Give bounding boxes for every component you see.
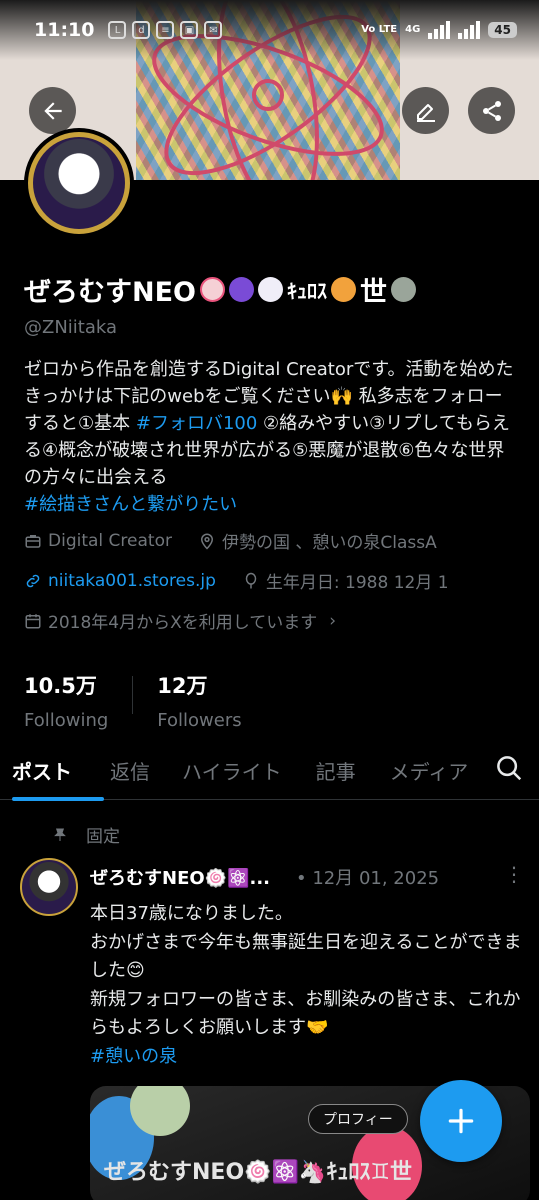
calendar-icon [25,613,41,628]
share-button[interactable] [468,87,515,134]
profile-avatar[interactable] [24,128,154,240]
signal-type: 4G [405,24,421,35]
plus-icon [448,1108,474,1134]
arrow-left-icon [43,101,62,120]
meta-row-3[interactable]: 2018年4月からXを利用しています › [24,608,524,633]
post-header: ぜろむすNEO🍥⚛️... • 12月 01, 2025 [90,864,520,890]
display-name: ぜろむすNEO ｷｭﾛｽ 世 [24,270,524,309]
signal-bars-icon [428,21,451,39]
back-button[interactable] [29,87,76,134]
network-label: Vo LTE [361,24,398,35]
tab-articles[interactable]: 記事 [316,738,356,800]
search-icon [497,756,522,781]
briefcase-icon [25,534,41,548]
line-icon: L [108,21,127,39]
post-line-1: 本日37歳になりました。 [90,903,293,924]
website-link[interactable]: niitaka001.stores.jp [48,571,216,591]
profile-info: ぜろむすNEO ｷｭﾛｽ 世 @ZNiitaka ゼロから作品を創造するDigi… [24,270,524,518]
balloon-icon [245,572,257,588]
swirl-emoji-icon [200,277,225,302]
atom-emoji-icon [229,277,254,302]
status-time: 11:10 [34,19,95,41]
pencil-icon [416,103,435,122]
post-text: 本日37歳になりました。 おかげさまで今年も無事誕生日を迎えることができました😊… [90,900,530,1071]
post-line-2: おかげさまで今年も無事誕生日を迎えることができました😊 [90,931,522,982]
name-kana-text: ｷｭﾛｽ [287,279,327,303]
gallery-icon: ▣ [180,21,199,39]
battery-icon: 45 [488,22,517,38]
following-count: 10.5万 [24,674,97,698]
tab-posts[interactable]: ポスト [12,738,104,801]
birthday-text: 生年月日: 1988 12月 1 [265,573,449,593]
pinned-indicator: 固定 [52,822,120,847]
website-item[interactable]: niitaka001.stores.jp [24,571,216,591]
tab-media[interactable]: メディア [390,738,469,800]
search-button[interactable] [479,738,539,798]
status-bar: 11:10 L d ≡ ▣ ✉ Vo LTE 4G 45 [0,0,539,60]
news-icon: ≡ [156,21,175,39]
dmenu-icon: d [132,21,151,39]
meta-row-2: niitaka001.stores.jp 生年月日: 1988 12月 1 [24,568,524,593]
post-author[interactable]: ぜろむすNEO🍥⚛️... [90,864,270,890]
bio-hashtag-link[interactable]: #フォロバ100 [136,413,257,434]
gemini-emoji-icon [331,277,356,302]
tab-highlights[interactable]: ハイライト [182,738,282,800]
share-icon [482,100,501,121]
location-text: 伊勢の国 、憩いの泉ClassA [221,533,437,553]
joined-item[interactable]: 2018年4月からXを利用しています › [24,608,336,633]
bio: ゼロから作品を創造するDigital Creatorです。活動を始めたきっかけは… [24,356,516,518]
tab-replies[interactable]: 返信 [110,738,150,800]
compose-button[interactable] [420,1080,502,1162]
post-hashtag[interactable]: #憩いの泉 [90,1043,530,1072]
pin-icon [54,828,66,841]
post-avatar[interactable] [20,858,78,916]
unicorn-emoji-icon [258,277,283,302]
follow-stats: 10.5万 Following 12万 Followers [24,670,242,731]
joined-text: 2018年4月からXを利用しています [48,613,318,633]
name-suffix-text: 世 [360,277,387,308]
chevron-right-icon: › [329,610,337,631]
link-icon [26,574,40,587]
bio-hashtag-link-2[interactable]: #絵描きさんと繋がりたい [24,494,237,515]
post-line-3: 新規フォロワーの皆さま、お馴染みの皆さま、これからもよろしくお願いします🤝 [90,988,521,1039]
followers-count: 12万 [157,674,208,698]
avatar-frame [24,128,134,238]
mail-icon: ✉ [204,21,223,39]
alien-emoji-icon [391,277,416,302]
following-stat[interactable]: 10.5万 Following [24,670,108,731]
more-options-icon[interactable]: ⋮ [504,862,524,886]
category-item: Digital Creator [24,531,172,551]
meta-row-1: Digital Creator 伊勢の国 、憩いの泉ClassA [24,528,524,553]
location-item: 伊勢の国 、憩いの泉ClassA [198,528,437,553]
media-caption: ぜろむすNEO🍥⚛️🦄ｷｭﾛｽ♊世 [104,1160,413,1185]
avatar-image [33,137,125,229]
profile-tabs: ポスト 返信 ハイライト 記事 メディア [0,738,539,801]
location-pin-icon [200,533,213,550]
user-handle: @ZNiitaka [24,317,118,338]
display-name-text: ぜろむすNEO [24,277,196,308]
followers-label: Followers [157,710,242,731]
signal-bars-icon-2 [458,21,481,39]
category-text: Digital Creator [48,530,172,551]
media-profile-chip: プロフィー [308,1104,408,1134]
pinned-label: 固定 [86,827,120,847]
stats-divider [132,676,134,714]
birthday-item: 生年月日: 1988 12月 1 [242,568,449,593]
edit-button[interactable] [402,87,449,134]
followers-stat[interactable]: 12万 Followers [157,670,241,731]
following-label: Following [24,710,109,731]
post-date: • 12月 01, 2025 [296,868,440,889]
